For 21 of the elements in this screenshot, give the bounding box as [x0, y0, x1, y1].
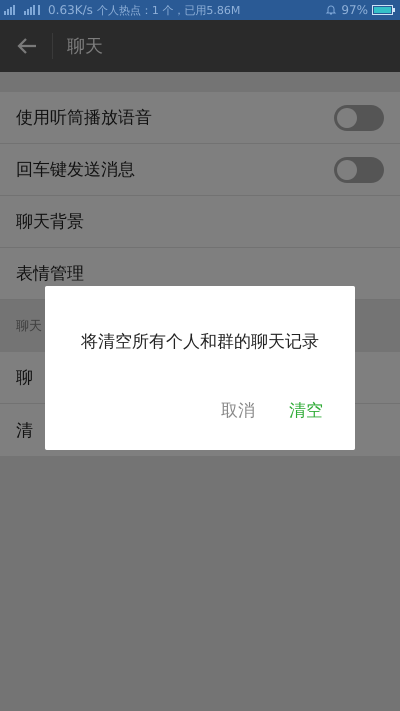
confirm-button[interactable]: 清空 [283, 395, 329, 426]
row-label: 表情管理 [16, 263, 84, 285]
row-label: 聊天背景 [16, 211, 84, 233]
battery-percent: 97% [341, 3, 368, 17]
settings-row[interactable]: 聊天背景 [0, 196, 400, 248]
battery-icon [372, 4, 396, 16]
dialog-message: 将清空所有个人和群的聊天记录 [80, 331, 320, 353]
cancel-button[interactable]: 取消 [215, 395, 261, 426]
network-speed: 0.63K/s [48, 3, 93, 17]
row-label: 清 [16, 420, 33, 442]
back-arrow-icon[interactable] [17, 37, 37, 55]
settings-row[interactable]: 回车键发送消息 [0, 144, 400, 196]
toggle-switch[interactable] [334, 104, 384, 130]
hotspot-status: 个人热点：1 个，已用5.86M [96, 2, 240, 18]
toggle-switch[interactable] [334, 156, 384, 182]
settings-row[interactable]: 使用听筒播放语音 [0, 92, 400, 144]
row-label: 聊 [16, 367, 33, 389]
row-label: 回车键发送消息 [16, 159, 135, 181]
bell-icon [325, 4, 338, 16]
page-title: 聊天 [67, 35, 103, 58]
row-label: 使用听筒播放语音 [16, 107, 152, 129]
